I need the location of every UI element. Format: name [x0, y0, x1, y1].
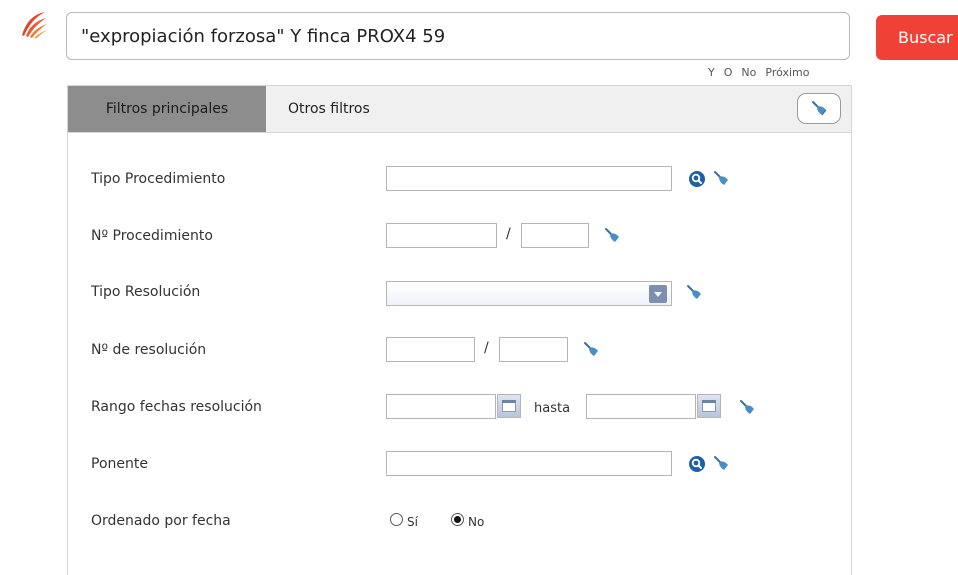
tipo-procedimiento-input[interactable]: [386, 166, 672, 191]
label-ponente: Ponente: [91, 456, 148, 472]
operator-o[interactable]: O: [724, 66, 733, 79]
broom-icon[interactable]: [604, 227, 622, 245]
operator-no[interactable]: No: [741, 66, 756, 79]
tab-filtros-principales[interactable]: Filtros principales: [68, 86, 266, 132]
logo-icon: [22, 12, 47, 39]
tipo-resolucion-select[interactable]: [386, 281, 672, 306]
radio-ordenado-no-label: No: [468, 515, 485, 529]
tab-bar: Filtros principales Otros filtros: [68, 86, 851, 133]
operator-y[interactable]: Y: [708, 66, 715, 79]
calendar-icon[interactable]: [697, 394, 721, 418]
radio-ordenado-si[interactable]: [390, 513, 403, 526]
clear-all-filters-button[interactable]: [797, 93, 841, 124]
broom-icon[interactable]: [583, 341, 601, 359]
magnifier-icon[interactable]: [688, 170, 706, 188]
operator-proximo[interactable]: Próximo: [765, 66, 809, 79]
broom-icon[interactable]: [686, 284, 704, 302]
broom-icon[interactable]: [739, 399, 757, 417]
num-resolucion-input[interactable]: [386, 337, 475, 362]
label-tipo-resolucion: Tipo Resolución: [91, 284, 201, 300]
num-procedimiento-year-input[interactable]: [521, 223, 589, 248]
radio-ordenado-no[interactable]: [451, 513, 464, 526]
label-tipo-procedimiento: Tipo Procedimiento: [91, 171, 226, 187]
num-procedimiento-separator: /: [506, 226, 511, 242]
search-button[interactable]: Buscar: [876, 15, 958, 60]
label-ordenado-por-fecha: Ordenado por fecha: [91, 513, 231, 529]
radio-ordenado-si-label: Sí: [407, 515, 418, 529]
hasta-label: hasta: [534, 401, 571, 416]
label-num-resolucion: Nº de resolución: [91, 342, 207, 358]
calendar-icon[interactable]: [497, 394, 521, 418]
dropdown-arrow-icon[interactable]: [649, 285, 667, 303]
broom-icon: [812, 101, 827, 116]
fecha-hasta-input[interactable]: [586, 394, 696, 419]
num-procedimiento-input[interactable]: [386, 223, 497, 248]
label-rango-fechas: Rango fechas resolución: [91, 399, 262, 415]
filters-panel: Filtros principales Otros filtros Tipo P…: [67, 85, 852, 575]
tab-otros-filtros[interactable]: Otros filtros: [288, 86, 370, 132]
num-resolucion-separator: /: [484, 340, 489, 356]
label-num-procedimiento: Nº Procedimiento: [91, 228, 213, 244]
fecha-desde-input[interactable]: [386, 394, 496, 419]
num-resolucion-year-input[interactable]: [499, 337, 568, 362]
search-input[interactable]: [66, 12, 850, 60]
ponente-input[interactable]: [386, 451, 672, 476]
magnifier-icon[interactable]: [688, 455, 706, 473]
broom-icon[interactable]: [713, 455, 731, 473]
broom-icon[interactable]: [713, 170, 731, 188]
search-operators: Y O No Próximo: [708, 66, 810, 79]
